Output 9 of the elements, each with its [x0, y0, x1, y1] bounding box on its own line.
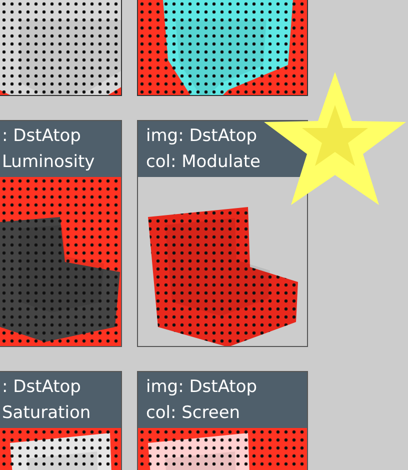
tile-caption: img: DstAtop [146, 376, 258, 399]
tile-caption: : DstAtop [2, 125, 82, 148]
tile-caption: img: DstAtop [146, 125, 258, 148]
tile-caption: Saturation [2, 402, 92, 425]
tile-caption: col: Screen [146, 402, 242, 425]
tile-caption: col: Modulate [146, 151, 262, 174]
tile-caption: : DstAtop [2, 376, 82, 399]
star-icon [264, 72, 406, 206]
tile-caption: Luminosity [2, 151, 96, 174]
